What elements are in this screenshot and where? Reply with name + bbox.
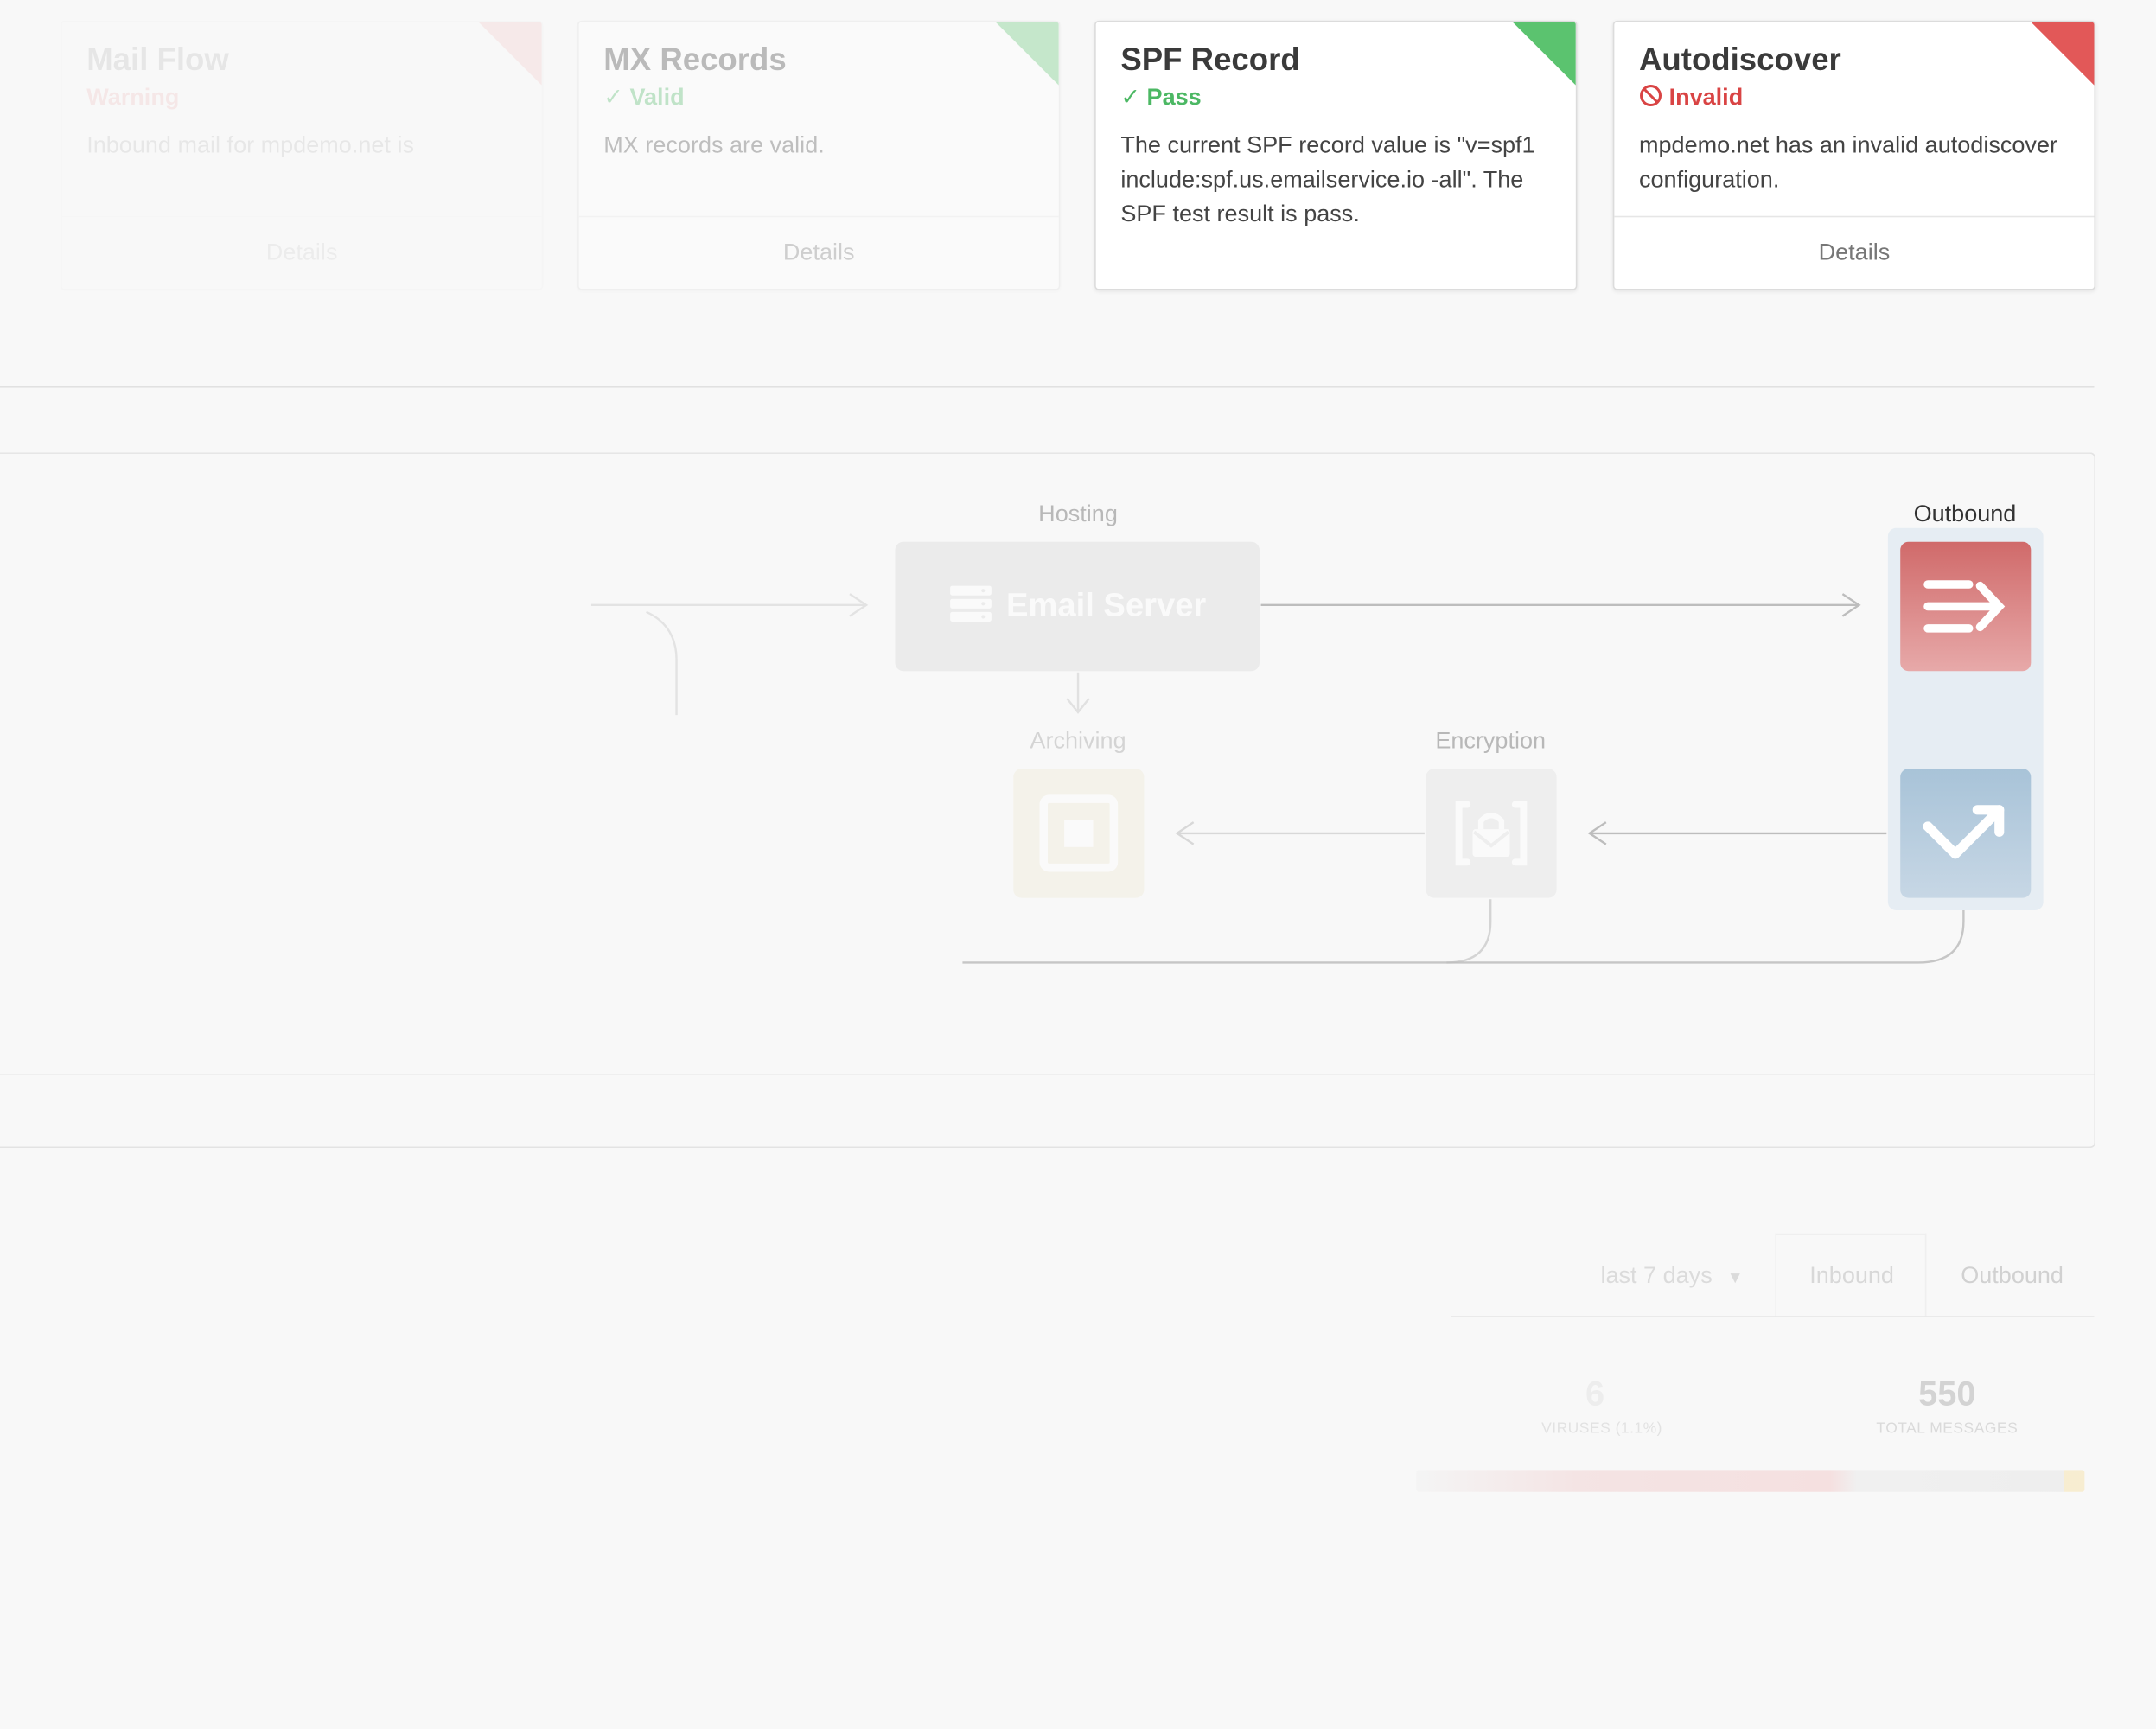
outbound-arrow-icon [1923,580,2006,633]
outbound-relay-node[interactable] [1900,541,2032,672]
encryption-node[interactable] [1426,769,1557,898]
archive-icon [1039,794,1119,872]
caret-down-icon: ▼ [1726,1267,1744,1287]
archiving-label: Archiving [1030,727,1126,754]
message-breakdown-bar [1416,1470,2085,1492]
server-icon [948,584,992,628]
encryption-label: Encryption [1435,727,1547,754]
tab-outbound[interactable]: Outbound [1961,1262,2064,1290]
outbound-filter-node[interactable] [1900,769,2032,898]
viruses-count: 6 [1585,1375,1605,1414]
email-server-label: Email Server [1005,587,1207,625]
tabs-divider [1451,1316,2095,1317]
dashboard-stage: Mail Flow Warning Inbound mail for mpdem… [0,0,2156,1728]
email-server-node[interactable]: Email Server [895,541,1260,672]
archiving-node[interactable] [1013,769,1145,898]
period-select[interactable]: last 7 days ▼ [1600,1262,1743,1290]
tab-inbound[interactable]: Inbound [1809,1262,1894,1290]
total-messages-count: 550 [1918,1375,1976,1414]
period-select-label: last 7 days [1600,1262,1713,1289]
checkmark-arrow-icon [1923,805,2005,859]
outbound-label: Outbound [1913,500,2017,527]
viruses-label: VIRUSES (1.1%) [1541,1420,1662,1438]
hosting-label: Hosting [1038,500,1118,527]
total-messages-label: TOTAL MESSAGES [1876,1420,2019,1438]
encrypted-mail-icon [1455,801,1528,866]
